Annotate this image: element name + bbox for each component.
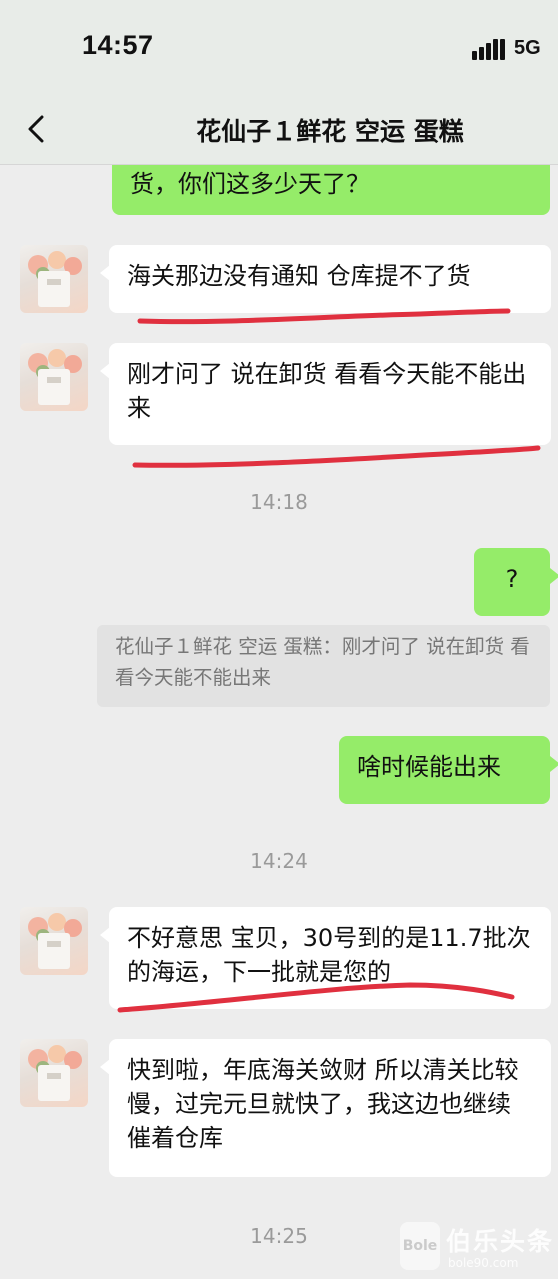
message-text: 不好意思 宝贝，30号到的是11.7批次的海运，下一批就是您的 [127, 924, 531, 986]
avatar[interactable] [20, 245, 88, 313]
chat-header: 花仙子１鲜花 空运 蛋糕 [0, 96, 558, 165]
message-bubble-sent[interactable]: 货，你们这多少天了？ [112, 165, 550, 215]
message-bubble-received[interactable]: 海关那边没有通知 仓库提不了货 [109, 245, 551, 313]
quoted-message[interactable]: 花仙子１鲜花 空运 蛋糕：刚才问了 说在卸货 看看今天能不能出来 [97, 625, 550, 707]
message-bubble-received[interactable]: 不好意思 宝贝，30号到的是11.7批次的海运，下一批就是您的 [109, 907, 551, 1009]
message-text: 啥时候能出来 [357, 753, 501, 781]
message-bubble-sent[interactable]: 啥时候能出来 [339, 736, 550, 804]
message-text: 货，你们这多少天了？ [130, 170, 370, 198]
watermark-logo: Bole [400, 1222, 440, 1270]
bubble-tail [550, 568, 558, 584]
message-bubble-sent[interactable]: ? [474, 548, 550, 616]
signal-icon [472, 38, 506, 60]
chevron-left-icon[interactable] [22, 114, 52, 144]
chat-title: 花仙子１鲜花 空运 蛋糕 [196, 117, 464, 146]
quote-text: 花仙子１鲜花 空运 蛋糕：刚才问了 说在卸货 看看今天能不能出来 [115, 635, 530, 689]
watermark: Bole 伯乐头条 bole90.com [400, 1218, 558, 1279]
watermark-sub: bole90.com [448, 1256, 519, 1270]
avatar[interactable] [20, 1039, 88, 1107]
network-type: 5G [514, 37, 541, 59]
message-text: 海关那边没有通知 仓库提不了货 [127, 262, 471, 290]
status-time: 14:57 [82, 30, 154, 60]
bubble-tail [550, 756, 558, 772]
timestamp: 14:18 [250, 490, 308, 514]
message-bubble-received[interactable]: 快到啦，年底海关敛财 所以清关比较慢，过完元旦就快了，我这边也继续催着仓库 [109, 1039, 551, 1177]
message-bubble-received[interactable]: 刚才问了 说在卸货 看看今天能不能出来 [109, 343, 551, 445]
status-bar: 14:57 5G [0, 0, 558, 96]
chat-area[interactable]: 货，你们这多少天了？ 海关那边没有通知 仓库提不了货 刚才问了 说在卸货 看看今… [0, 165, 558, 1279]
avatar[interactable] [20, 343, 88, 411]
message-text: ? [505, 565, 519, 593]
message-text: 刚才问了 说在卸货 看看今天能不能出来 [127, 360, 527, 422]
timestamp: 14:24 [250, 849, 308, 873]
message-text: 快到啦，年底海关敛财 所以清关比较慢，过完元旦就快了，我这边也继续催着仓库 [127, 1056, 519, 1152]
watermark-text: 伯乐头条 [446, 1227, 555, 1256]
avatar[interactable] [20, 907, 88, 975]
